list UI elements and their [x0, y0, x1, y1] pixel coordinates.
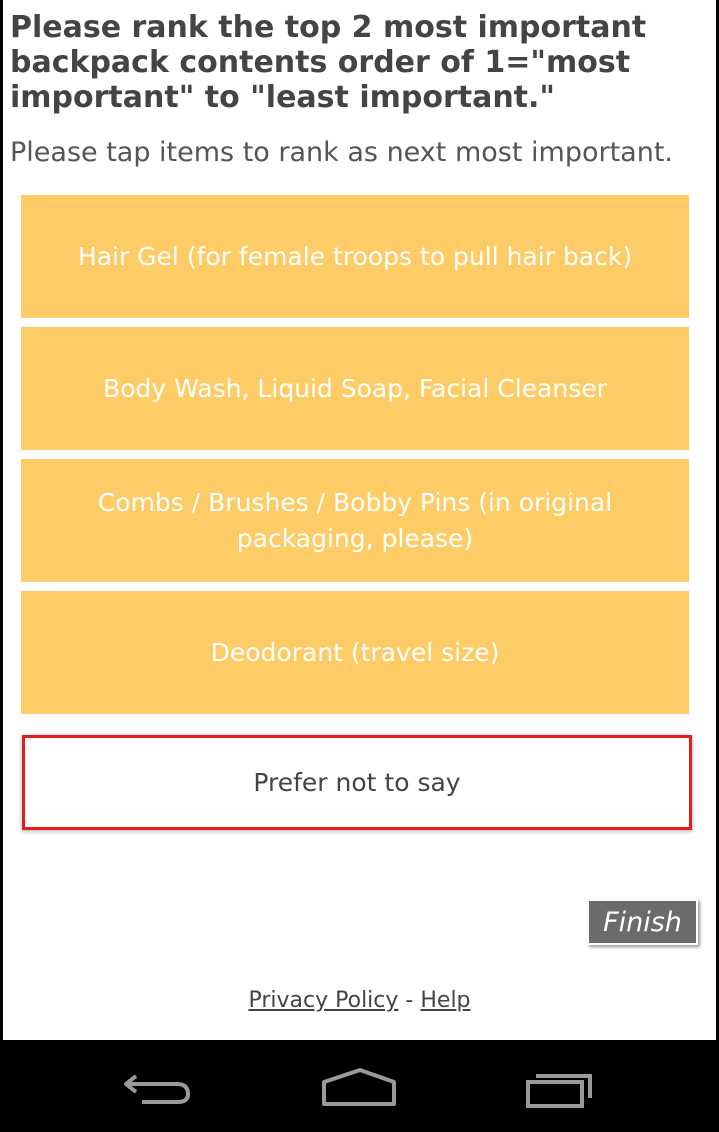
question-title: Please rank the top 2 most important bac… — [10, 10, 647, 115]
option-hair-gel[interactable]: Hair Gel (for female troops to pull hair… — [21, 195, 689, 318]
option-combs-brushes[interactable]: Combs / Brushes / Bobby Pins (in origina… — [21, 459, 689, 582]
question-instruction: Please tap items to rank as next most im… — [10, 137, 673, 168]
option-body-wash[interactable]: Body Wash, Liquid Soap, Facial Cleanser — [21, 327, 689, 450]
finish-button[interactable]: Finish — [587, 899, 698, 945]
android-nav-bar — [0, 1040, 719, 1132]
recent-apps-icon[interactable] — [522, 1066, 602, 1110]
footer-links: Privacy Policy - Help — [3, 988, 716, 1013]
prefer-not-to-say-button[interactable]: Prefer not to say — [22, 735, 692, 830]
footer-separator: - — [398, 988, 421, 1013]
help-link[interactable]: Help — [420, 988, 470, 1013]
back-icon[interactable] — [122, 1066, 202, 1110]
home-icon[interactable] — [320, 1066, 400, 1110]
privacy-policy-link[interactable]: Privacy Policy — [248, 988, 398, 1013]
option-deodorant[interactable]: Deodorant (travel size) — [21, 591, 689, 714]
survey-screen: Please rank the top 2 most important bac… — [0, 0, 719, 1040]
